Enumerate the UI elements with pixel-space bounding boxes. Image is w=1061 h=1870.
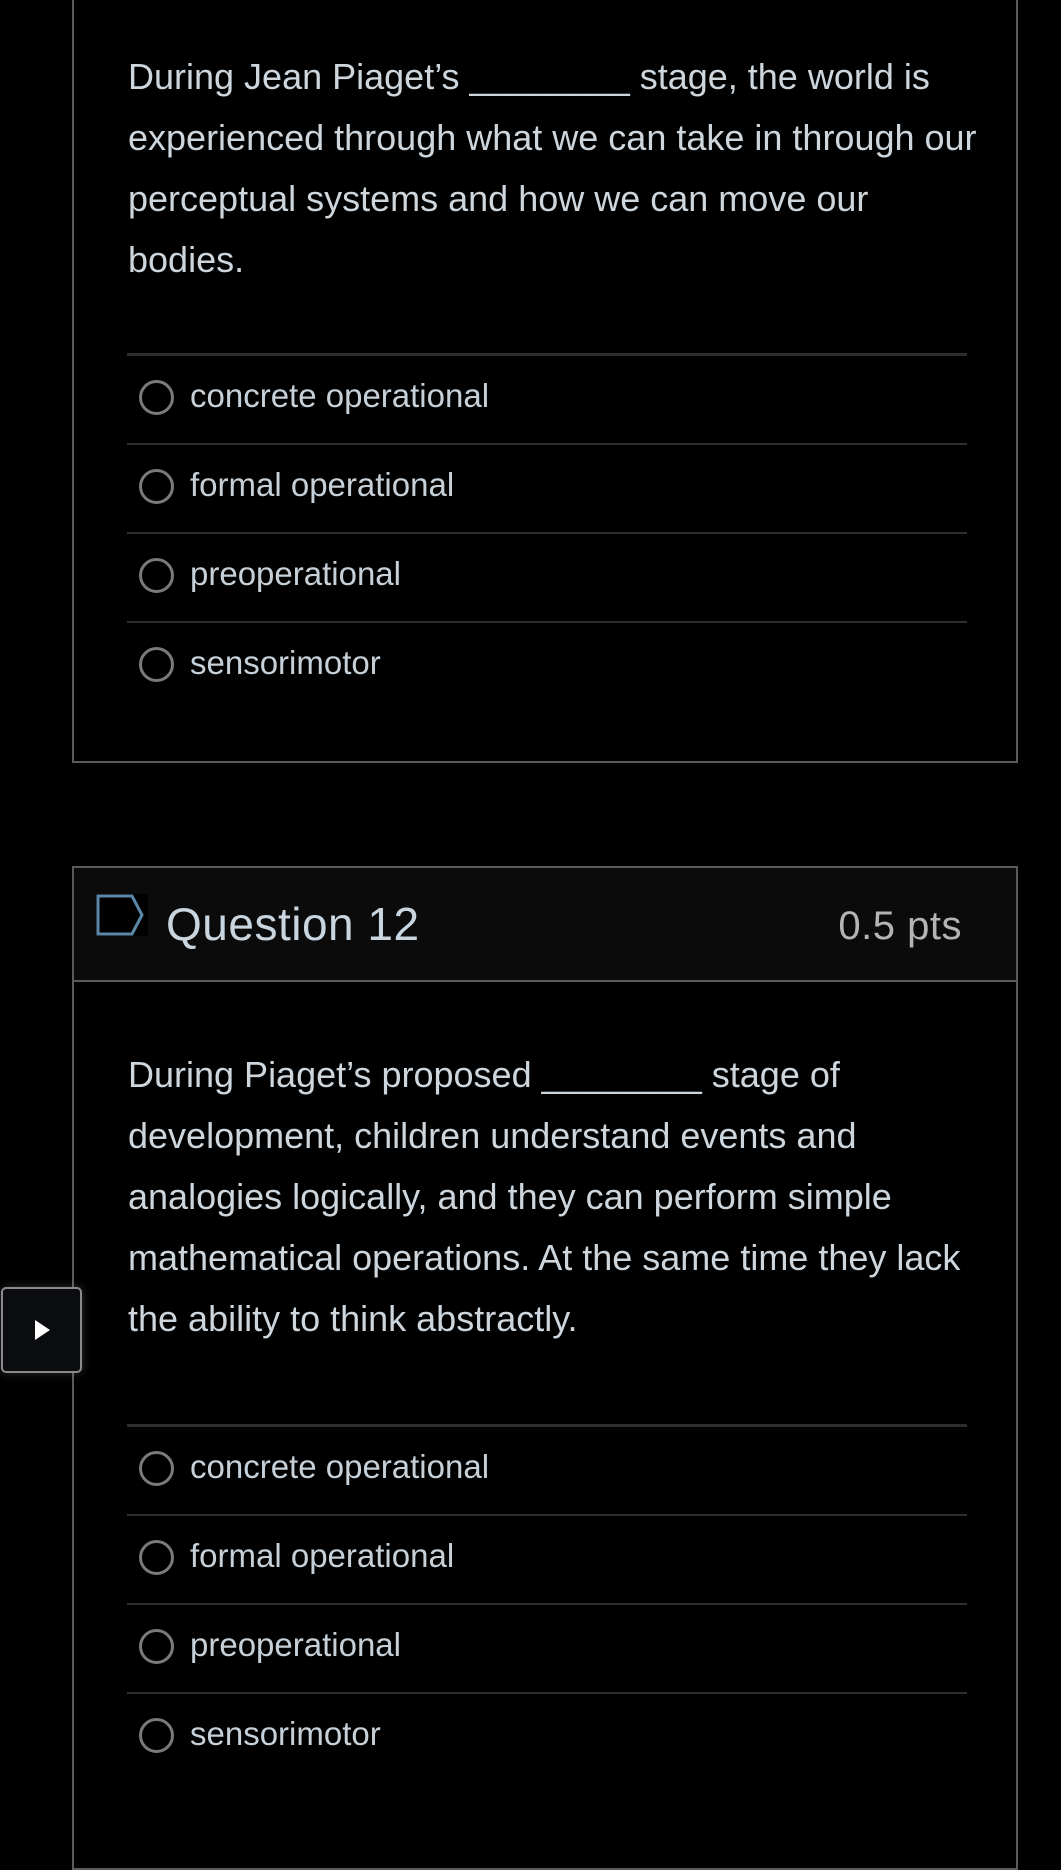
radio-button[interactable] [139,380,174,415]
radio-button[interactable] [139,1451,174,1486]
radio-button[interactable] [139,558,174,593]
radio-button[interactable] [139,1629,174,1664]
answer-label[interactable]: sensorimotor [190,641,381,685]
radio-button[interactable] [139,1540,174,1575]
bookmark-flag-icon[interactable] [96,894,148,936]
question-text: During Jean Piaget’s ________ stage, the… [128,56,977,280]
radio-button[interactable] [139,1718,174,1753]
radio-button[interactable] [139,469,174,504]
answer-label[interactable]: formal operational [190,463,454,507]
answer-label[interactable]: formal operational [190,1534,454,1578]
question-card-12: Question 12 0.5 pts During Piaget’s prop… [72,866,1018,1870]
answer-option-formal-operational[interactable]: formal operational [127,1514,967,1603]
answer-list: concrete operational formal operational … [127,1424,967,1781]
answer-option-concrete-operational[interactable]: concrete operational [127,1424,967,1514]
answer-label[interactable]: concrete operational [190,1445,489,1489]
answer-label[interactable]: concrete operational [190,374,489,418]
answer-option-sensorimotor[interactable]: sensorimotor [127,621,967,710]
answer-option-preoperational[interactable]: preoperational [127,1603,967,1692]
question-header: Question 12 0.5 pts [74,868,1016,982]
answer-label[interactable]: preoperational [190,1623,401,1667]
play-icon [35,1320,50,1340]
question-points: 0.5 pts [838,904,962,948]
question-text: During Piaget’s proposed ________ stage … [128,1054,961,1339]
question-navigator-toggle-button[interactable] [1,1287,82,1373]
answer-label[interactable]: preoperational [190,552,401,596]
answer-option-concrete-operational[interactable]: concrete operational [127,353,967,443]
radio-button[interactable] [139,647,174,682]
question-card-11: During Jean Piaget’s ________ stage, the… [72,0,1018,763]
answer-option-preoperational[interactable]: preoperational [127,532,967,621]
question-title: Question 12 [166,898,420,950]
answer-option-formal-operational[interactable]: formal operational [127,443,967,532]
answer-list: concrete operational formal operational … [127,353,967,710]
answer-option-sensorimotor[interactable]: sensorimotor [127,1692,967,1781]
answer-label[interactable]: sensorimotor [190,1712,381,1756]
